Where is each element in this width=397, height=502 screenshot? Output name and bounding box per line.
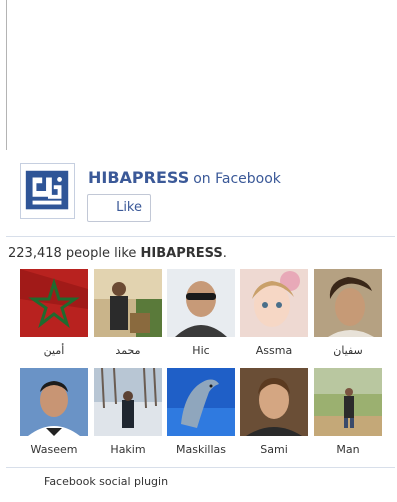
frame-border bbox=[6, 0, 7, 150]
plugin-label[interactable]: Facebook social plugin bbox=[44, 475, 168, 488]
face-name: Assma bbox=[255, 344, 293, 357]
face-name: Sami bbox=[260, 443, 288, 456]
like-count-middle: people like bbox=[61, 246, 141, 261]
face-item[interactable]: أمين bbox=[20, 269, 88, 357]
page-name-link[interactable]: HIBAPRESS bbox=[88, 168, 189, 187]
man-dark-hair-avatar-icon bbox=[314, 269, 382, 337]
face-name: Hic bbox=[192, 344, 210, 357]
page-header: HIBAPRESS on Facebook Like bbox=[20, 163, 397, 229]
page-logo[interactable] bbox=[20, 163, 75, 219]
face-item[interactable]: Assma bbox=[240, 269, 308, 357]
face-item[interactable]: Hakim bbox=[94, 368, 162, 456]
face-name: أمين bbox=[43, 344, 65, 357]
like-count-suffix: . bbox=[222, 246, 227, 261]
man-portrait-avatar-icon bbox=[240, 368, 308, 436]
outdoor-person-avatar-icon bbox=[314, 368, 382, 436]
child-avatar-icon bbox=[240, 269, 308, 337]
face-item[interactable]: Maskillas bbox=[167, 368, 235, 456]
like-count-page-name[interactable]: HIBAPRESS bbox=[141, 246, 223, 261]
snow-scene-avatar-icon bbox=[94, 368, 162, 436]
face-name: Man bbox=[336, 443, 360, 456]
man-portrait-avatar-icon bbox=[20, 368, 88, 436]
like-button[interactable]: Like bbox=[87, 194, 151, 222]
hibapress-logo-icon bbox=[21, 164, 74, 218]
person-indoor-avatar-icon bbox=[94, 269, 162, 337]
face-name: سفيان bbox=[333, 344, 363, 357]
face-item[interactable]: محمد bbox=[94, 269, 162, 357]
face-name: Hakim bbox=[110, 443, 146, 456]
flag-avatar-icon bbox=[20, 269, 88, 337]
divider bbox=[6, 236, 395, 237]
face-item[interactable]: Man bbox=[314, 368, 382, 456]
divider bbox=[6, 467, 395, 468]
man-sunglasses-avatar-icon bbox=[167, 269, 235, 337]
face-item[interactable]: Hic bbox=[167, 269, 235, 357]
face-item[interactable]: سفيان bbox=[314, 269, 382, 357]
face-item[interactable]: Sami bbox=[240, 368, 308, 456]
face-item[interactable]: Waseem bbox=[20, 368, 88, 456]
like-count-text: 223,418 people like HIBAPRESS. bbox=[8, 246, 227, 261]
face-name: Waseem bbox=[30, 443, 78, 456]
page-title: HIBAPRESS on Facebook bbox=[88, 168, 281, 187]
dolphin-avatar-icon bbox=[167, 368, 235, 436]
face-name: Maskillas bbox=[176, 443, 226, 456]
face-name: محمد bbox=[115, 344, 141, 357]
on-facebook-link[interactable]: on Facebook bbox=[193, 171, 281, 187]
like-count-number: 223,418 bbox=[8, 246, 62, 261]
